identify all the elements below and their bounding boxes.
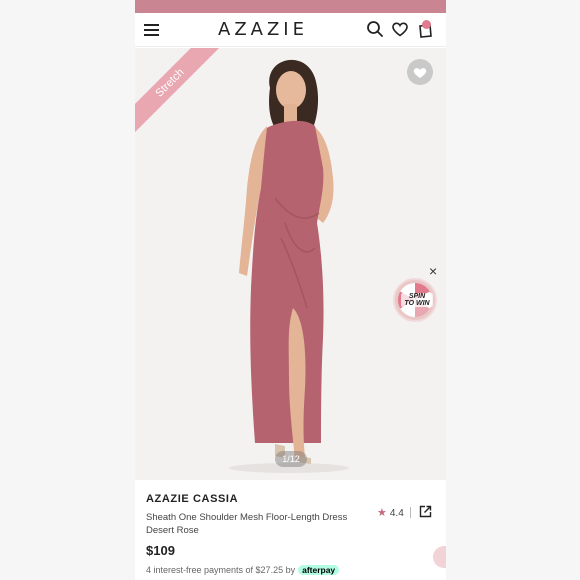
heart-icon[interactable]: [391, 20, 409, 38]
product-image[interactable]: Stretch × SPIN TO WIN 1/12: [135, 48, 446, 480]
spin-label: SPIN TO WIN: [401, 293, 433, 307]
product-brand: AZAZIE CASSIA: [146, 493, 239, 505]
afterpay-badge: afterpay: [298, 565, 340, 575]
promo-strip: [135, 0, 446, 13]
search-icon[interactable]: [366, 20, 384, 38]
image-counter: 1/12: [275, 451, 307, 467]
product-name: Sheath One Shoulder Mesh Floor-Length Dr…: [146, 512, 348, 536]
product-info: AZAZIE CASSIA Sheath One Shoulder Mesh F…: [135, 480, 446, 580]
chat-bubble-icon[interactable]: [433, 546, 446, 568]
spin-to-win-button[interactable]: SPIN TO WIN: [393, 278, 437, 322]
close-icon[interactable]: ×: [429, 263, 437, 279]
app-header: AZAZIE: [135, 13, 446, 47]
heart-icon: [413, 68, 427, 78]
brand-logo[interactable]: AZAZIE: [207, 19, 319, 40]
phone-screen: AZAZIE Stretch × SPIN TO WIN 1/12 AZAZIE…: [135, 0, 446, 580]
divider: [410, 507, 411, 518]
shopping-bag-icon[interactable]: [416, 20, 434, 38]
hamburger-icon[interactable]: [144, 22, 160, 36]
product-rating[interactable]: ★ 4.4: [377, 506, 404, 519]
star-icon: ★: [377, 507, 387, 519]
share-icon[interactable]: [419, 505, 432, 518]
afterpay-installments[interactable]: 4 interest-free payments of $27.25 by aft…: [146, 565, 340, 575]
favorite-button[interactable]: [407, 59, 433, 85]
model-photo: [135, 48, 446, 480]
product-price: $109: [146, 543, 175, 558]
cart-count-badge: [422, 20, 431, 29]
